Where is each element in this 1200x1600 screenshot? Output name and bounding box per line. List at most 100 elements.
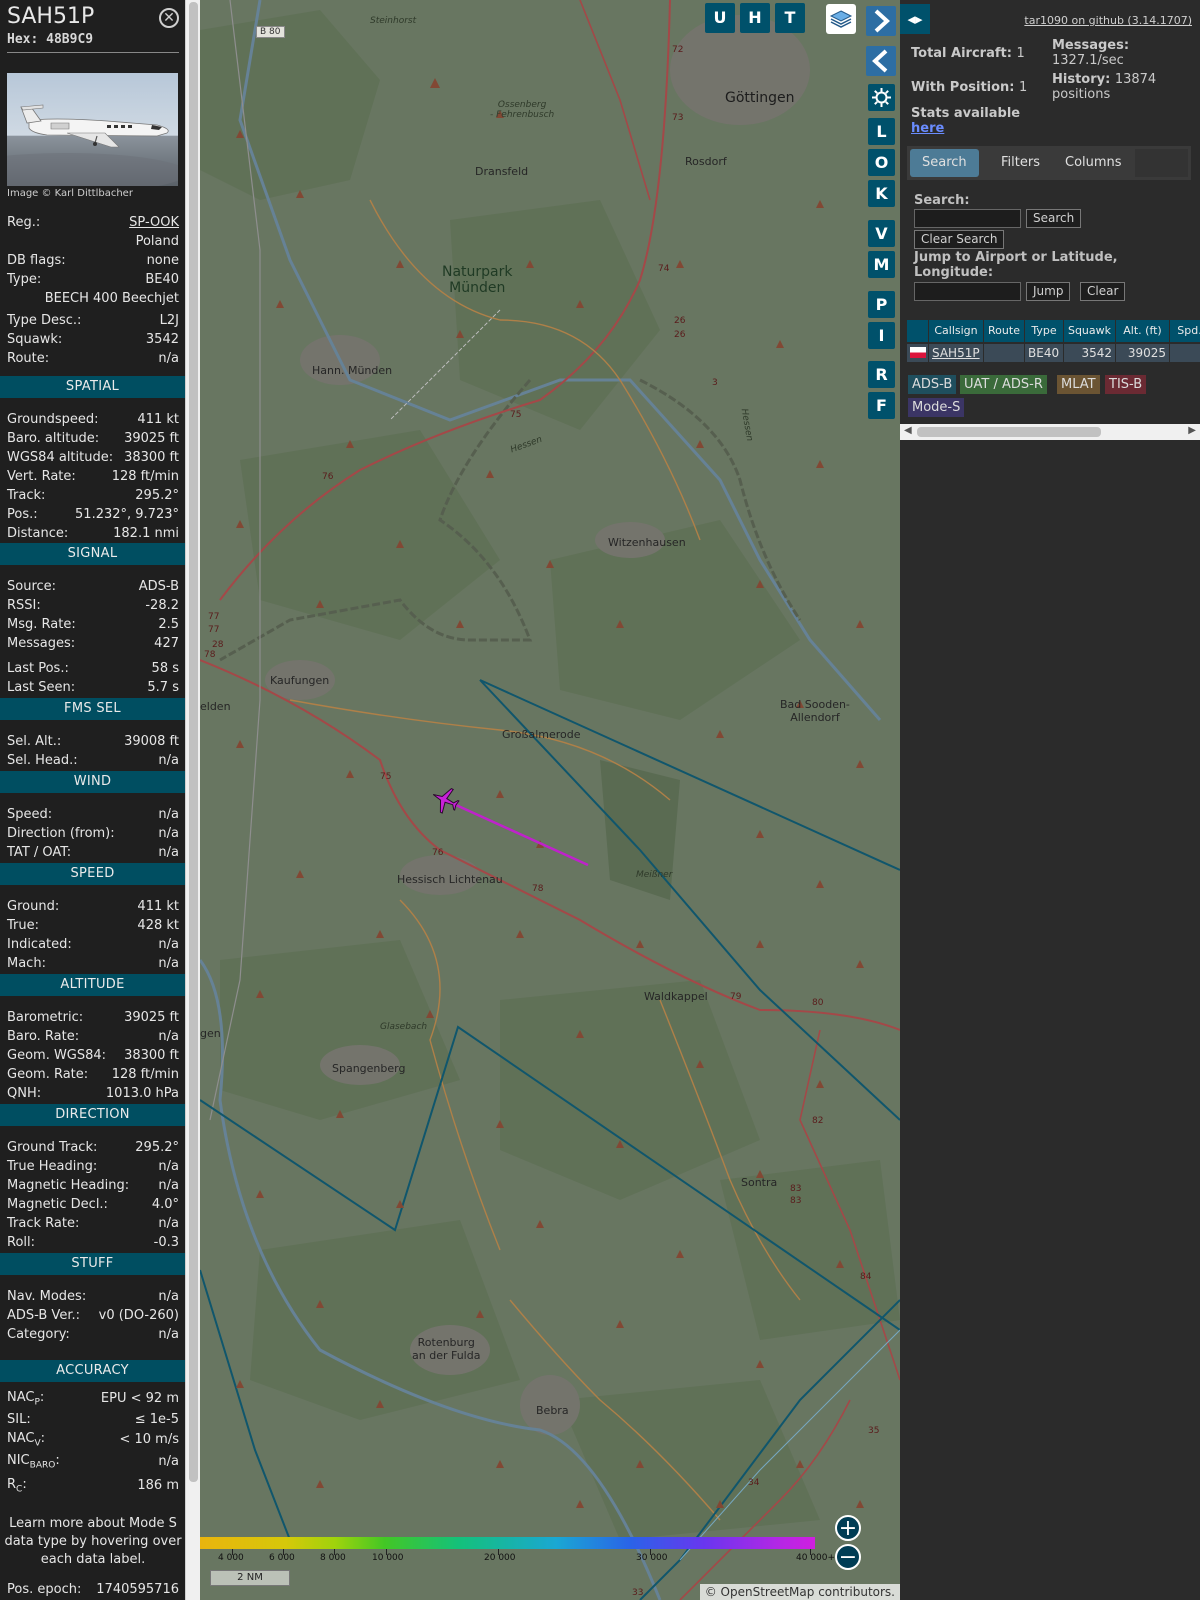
altitude-label[interactable]: QNH:: [7, 1086, 41, 1101]
spatial-label[interactable]: Vert. Rate:: [7, 469, 76, 484]
map-button-h[interactable]: H: [740, 3, 770, 33]
stuff-label[interactable]: ADS-B Ver.:: [7, 1308, 80, 1323]
chevron-left-icon[interactable]: [866, 46, 896, 76]
search-input[interactable]: [914, 209, 1021, 228]
spatial-label[interactable]: WGS84 altitude:: [7, 450, 113, 465]
fms-label[interactable]: Sel. Alt.:: [7, 734, 61, 749]
reg-link[interactable]: SP-OOK: [129, 215, 179, 230]
signal-label[interactable]: Msg. Rate:: [7, 617, 76, 632]
search-button[interactable]: Search: [1026, 209, 1082, 228]
expand-arrows-icon[interactable]: ◂▸: [900, 4, 930, 34]
rc-label[interactable]: RC:: [7, 1477, 27, 1495]
direction-label[interactable]: Magnetic Decl.:: [7, 1197, 108, 1212]
signal-label[interactable]: Messages:: [7, 636, 75, 651]
speed-label[interactable]: True:: [7, 918, 39, 933]
nicbaro-label[interactable]: NICBARO:: [7, 1453, 60, 1471]
jump-button[interactable]: Jump: [1026, 282, 1071, 301]
speed-label[interactable]: Indicated:: [7, 937, 72, 952]
map-button-i[interactable]: I: [868, 322, 895, 349]
wind-label[interactable]: TAT / OAT:: [7, 845, 71, 860]
zoom-in-button[interactable]: +: [835, 1515, 861, 1541]
row-flag-poland[interactable]: [907, 344, 929, 362]
map-button-t[interactable]: T: [775, 3, 805, 33]
stats-here-text[interactable]: here: [911, 121, 944, 136]
fms-label[interactable]: Sel. Head.:: [7, 753, 78, 768]
clear-button[interactable]: Clear: [1080, 282, 1126, 301]
wind-label[interactable]: Direction (from):: [7, 826, 115, 841]
spatial-label[interactable]: Baro. altitude:: [7, 431, 99, 446]
clear-search-button[interactable]: Clear Search: [914, 230, 1005, 249]
map-button-u[interactable]: U: [705, 3, 735, 33]
stats-here-link[interactable]: here: [911, 121, 944, 136]
row-altitude[interactable]: 39025: [1116, 344, 1170, 362]
nacp-label[interactable]: NACP:: [7, 1390, 44, 1408]
col-callsign[interactable]: Callsign: [929, 320, 984, 342]
source-uat-badge[interactable]: UAT / ADS-R: [960, 375, 1047, 394]
col-route[interactable]: Route: [984, 320, 1025, 342]
stuff-label[interactable]: Category:: [7, 1327, 70, 1342]
close-icon[interactable]: ✕: [159, 8, 179, 28]
altitude-label[interactable]: Baro. Rate:: [7, 1029, 79, 1044]
map-button-l[interactable]: L: [868, 118, 895, 145]
aircraft-marker-icon[interactable]: [430, 786, 460, 814]
scroll-left-arrow-icon[interactable]: ◀: [904, 425, 912, 436]
zoom-out-button[interactable]: −: [835, 1544, 861, 1570]
table-horizontal-scrollbar[interactable]: ◀ ▶: [900, 424, 1200, 440]
scrollbar-thumb[interactable]: [189, 2, 198, 1482]
row-route[interactable]: [984, 344, 1025, 362]
row-type[interactable]: BE40: [1025, 344, 1064, 362]
map-button-o[interactable]: O: [868, 149, 895, 176]
map-button-k[interactable]: K: [868, 180, 895, 207]
info-panel-scrollbar[interactable]: [185, 0, 200, 1600]
signal-label[interactable]: RSSI:: [7, 598, 41, 613]
col-speed[interactable]: Spd.: [1170, 320, 1200, 342]
hscroll-thumb[interactable]: [917, 427, 1101, 437]
spatial-label[interactable]: Pos.:: [7, 507, 38, 522]
altitude-label[interactable]: Barometric:: [7, 1010, 83, 1025]
row-speed[interactable]: [1170, 344, 1200, 362]
speed-label[interactable]: Ground:: [7, 899, 59, 914]
map-button-r[interactable]: R: [868, 361, 895, 388]
jump-input[interactable]: [914, 282, 1021, 301]
direction-label[interactable]: Track Rate:: [7, 1216, 79, 1231]
direction-label[interactable]: True Heading:: [7, 1159, 97, 1174]
osm-link[interactable]: OpenStreetMap: [721, 1585, 815, 1599]
altitude-label[interactable]: Geom. WGS84:: [7, 1048, 106, 1063]
chevron-right-icon[interactable]: [866, 6, 896, 36]
col-altitude[interactable]: Alt. (ft): [1116, 320, 1170, 342]
github-link[interactable]: tar1090 on github (3.14.1707): [1024, 14, 1192, 27]
tab-columns[interactable]: Columns: [1053, 149, 1134, 177]
tab-search[interactable]: Search: [910, 149, 979, 177]
source-mlat-badge[interactable]: MLAT: [1057, 375, 1100, 394]
spatial-label[interactable]: Distance:: [7, 526, 68, 541]
speed-label[interactable]: Mach:: [7, 956, 46, 971]
signal-label[interactable]: Last Pos.:: [7, 661, 69, 676]
stuff-label[interactable]: Nav. Modes:: [7, 1289, 86, 1304]
scroll-right-arrow-icon[interactable]: ▶: [1188, 425, 1196, 436]
direction-label[interactable]: Magnetic Heading:: [7, 1178, 129, 1193]
map-button-v[interactable]: V: [868, 220, 895, 247]
direction-label[interactable]: Ground Track:: [7, 1140, 97, 1155]
map-button-f[interactable]: F: [868, 392, 895, 419]
map-button-m[interactable]: M: [868, 251, 895, 278]
aircraft-photo[interactable]: [7, 73, 178, 186]
wind-label[interactable]: Speed:: [7, 807, 52, 822]
col-type[interactable]: Type: [1025, 320, 1064, 342]
direction-label[interactable]: Roll:: [7, 1235, 35, 1250]
row-callsign[interactable]: SAH51P: [929, 344, 984, 362]
col-squawk[interactable]: Squawk: [1064, 320, 1116, 342]
source-tisb-badge[interactable]: TIS-B: [1105, 375, 1147, 394]
sil-label[interactable]: SIL:: [7, 1412, 31, 1427]
spatial-label[interactable]: Track:: [7, 488, 45, 503]
map-button-p[interactable]: P: [868, 291, 895, 318]
source-adsb-badge[interactable]: ADS-B: [908, 375, 957, 394]
signal-label[interactable]: Last Seen:: [7, 680, 75, 695]
map-view[interactable]: Göttingen Dransfeld Rosdorf Naturpark Mün…: [200, 0, 900, 1600]
row-squawk[interactable]: 3542: [1064, 344, 1116, 362]
signal-label[interactable]: Source:: [7, 579, 56, 594]
tab-filters[interactable]: Filters: [989, 149, 1052, 177]
altitude-label[interactable]: Geom. Rate:: [7, 1067, 88, 1082]
gear-icon[interactable]: [868, 84, 895, 111]
source-modes-badge[interactable]: Mode-S: [908, 398, 965, 417]
spatial-label[interactable]: Groundspeed:: [7, 412, 98, 427]
